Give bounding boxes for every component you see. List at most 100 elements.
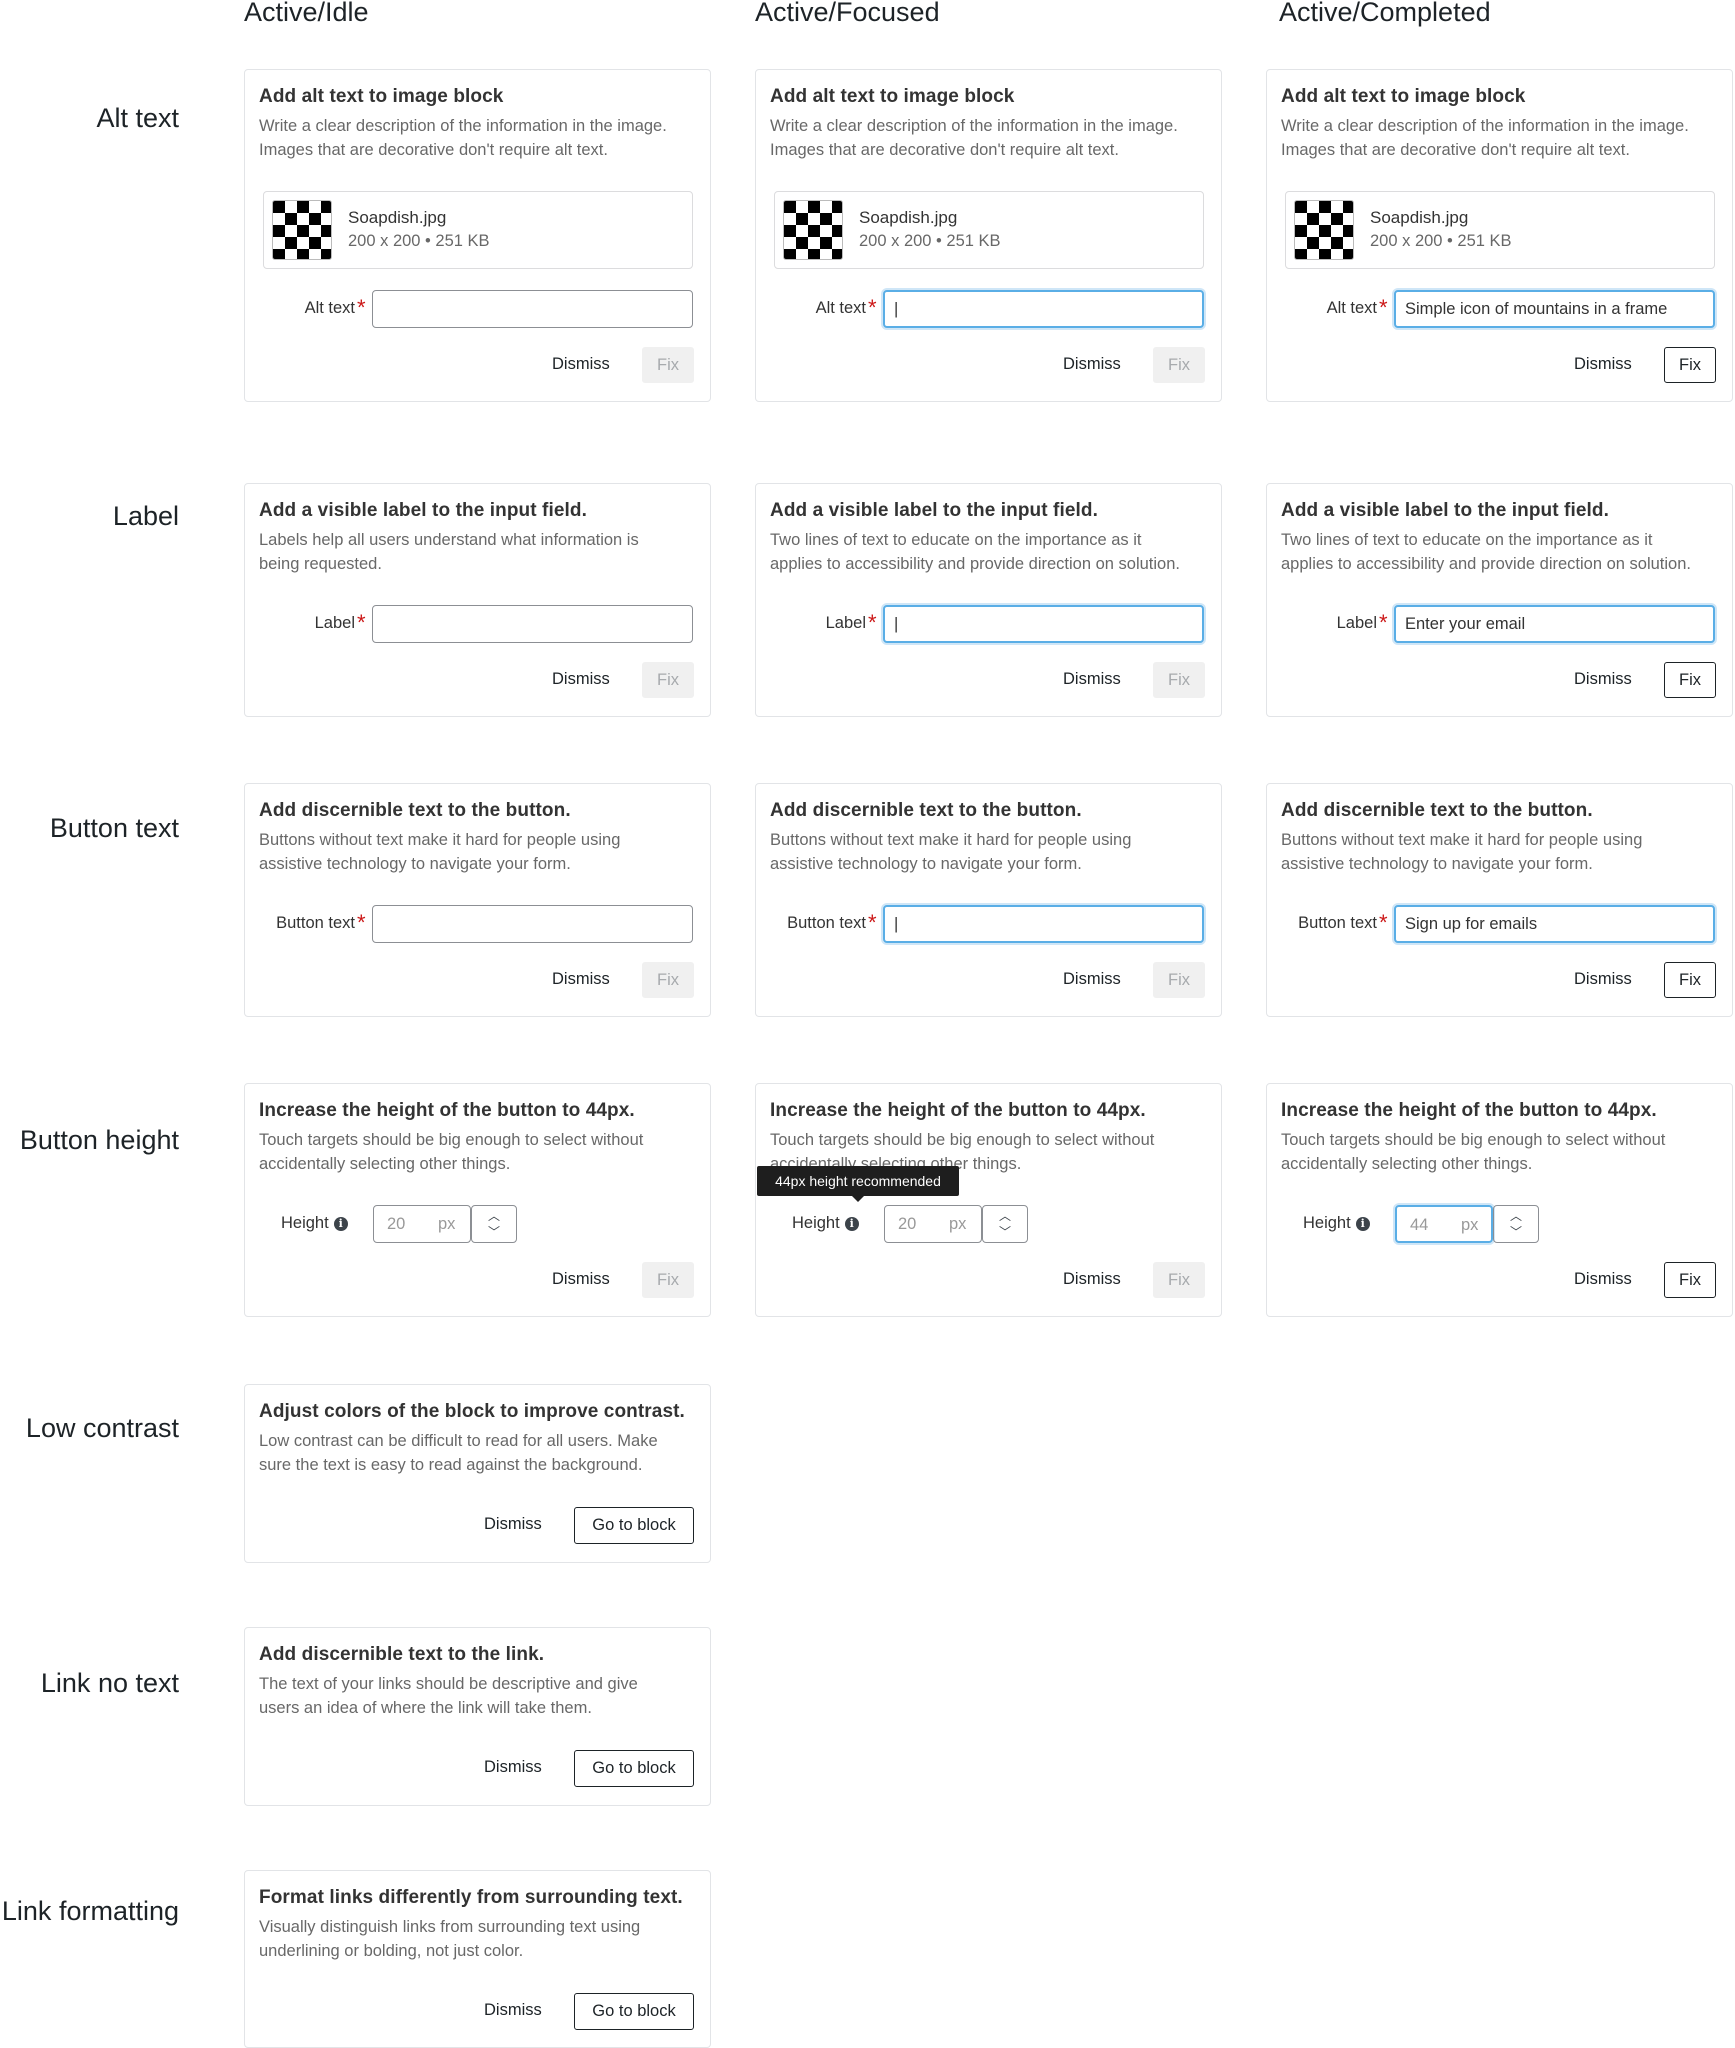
card-description: Buttons without text make it hard for pe… <box>259 831 621 873</box>
height-field-label: Height i <box>1303 1214 1370 1233</box>
info-icon[interactable]: i <box>333 1217 348 1231</box>
required-asterisk: * <box>1379 910 1388 935</box>
card-description: Labels help all users understand what in… <box>259 531 639 573</box>
alt-text-input[interactable]: | <box>883 290 1204 328</box>
file-name: Soapdish.jpg <box>1370 208 1469 227</box>
file-meta: 200 x 200 • 251 KB <box>1370 232 1512 250</box>
fix-button[interactable]: Fix <box>1664 347 1716 383</box>
row-header-link-no-text: Link no text <box>40 1668 179 1698</box>
fix-button[interactable]: Fix <box>1664 662 1716 698</box>
required-asterisk: * <box>1379 610 1388 635</box>
card-description: Visually distinguish links from surround… <box>259 1918 641 1960</box>
dismiss-button[interactable]: Dismiss <box>1063 970 1121 989</box>
label-field-label: Label <box>314 614 355 632</box>
dismiss-button[interactable]: Dismiss <box>1063 670 1121 689</box>
alt-text-field-label: Alt text <box>1326 299 1377 317</box>
button-text-card-idle: Add discernible text to the button. Butt… <box>244 783 711 1017</box>
card-description: Write a clear description of the informa… <box>259 117 667 159</box>
card-description: Low contrast can be difficult to read fo… <box>259 1432 658 1474</box>
height-stepper[interactable]: ︿ ﹀ <box>982 1205 1028 1243</box>
column-header-focused: Active/Focused <box>755 0 940 27</box>
info-icon[interactable]: i <box>844 1217 859 1231</box>
button-text-input[interactable]: Sign up for emails <box>1394 905 1715 943</box>
fix-button[interactable]: Fix <box>642 1262 694 1298</box>
dismiss-button[interactable]: Dismiss <box>484 1758 542 1777</box>
dismiss-button[interactable]: Dismiss <box>1574 670 1632 689</box>
label-field-label: Label <box>1336 614 1377 632</box>
fix-button[interactable]: Fix <box>1153 962 1205 998</box>
fix-button[interactable]: Fix <box>1153 1262 1205 1298</box>
card-title: Increase the height of the button to 44p… <box>1281 1100 1657 1121</box>
card-description: Touch targets should be big enough to se… <box>259 1131 644 1173</box>
chevron-up-icon[interactable]: ︿ <box>472 1210 516 1222</box>
height-stepper[interactable]: ︿ ﹀ <box>471 1205 517 1243</box>
dismiss-button[interactable]: Dismiss <box>1574 1270 1632 1289</box>
required-asterisk: * <box>868 610 877 635</box>
button-text-field-label: Button text <box>787 914 866 932</box>
alt-text-input[interactable]: Simple icon of mountains in a frame <box>1394 290 1715 328</box>
dismiss-button[interactable]: Dismiss <box>552 355 610 374</box>
alt-text-card-completed: Add alt text to image block Write a clea… <box>1266 69 1733 402</box>
go-to-block-button[interactable]: Go to block <box>574 1507 694 1544</box>
fix-button[interactable]: Fix <box>642 347 694 383</box>
height-stepper[interactable]: ︿ ﹀ <box>1493 1205 1539 1243</box>
dismiss-button[interactable]: Dismiss <box>1574 355 1632 374</box>
chevron-down-icon[interactable]: ﹀ <box>472 1226 516 1238</box>
go-to-block-button[interactable]: Go to block <box>574 1993 694 2030</box>
dismiss-button[interactable]: Dismiss <box>1574 970 1632 989</box>
button-text-card-completed: Add discernible text to the button. Butt… <box>1266 783 1733 1017</box>
fix-button[interactable]: Fix <box>1664 962 1716 998</box>
chevron-up-icon[interactable]: ︿ <box>983 1210 1027 1222</box>
height-value: 20 <box>387 1215 406 1233</box>
image-file-preview: Soapdish.jpg 200 x 200 • 251 KB <box>1285 191 1715 269</box>
fix-button[interactable]: Fix <box>1664 1262 1716 1298</box>
alt-text-card-idle: Add alt text to image block Write a clea… <box>244 69 711 402</box>
image-file-preview: Soapdish.jpg 200 x 200 • 251 KB <box>774 191 1204 269</box>
fix-button[interactable]: Fix <box>1153 662 1205 698</box>
button-text-input[interactable]: | <box>883 905 1204 943</box>
unit-label: px <box>438 1215 456 1233</box>
dismiss-button[interactable]: Dismiss <box>552 670 610 689</box>
card-title: Add discernible text to the button. <box>770 800 1082 821</box>
dismiss-button[interactable]: Dismiss <box>552 970 610 989</box>
chevron-up-icon[interactable]: ︿ <box>1494 1210 1538 1222</box>
card-description: Two lines of text to educate on the impo… <box>770 531 1180 573</box>
dismiss-button[interactable]: Dismiss <box>484 1515 542 1534</box>
card-title: Add discernible text to the link. <box>259 1644 545 1665</box>
card-title: Add alt text to image block <box>259 86 504 107</box>
text-caret: | <box>894 615 899 633</box>
dismiss-button[interactable]: Dismiss <box>484 2001 542 2020</box>
label-field-label: Label <box>825 614 866 632</box>
chevron-down-icon[interactable]: ﹀ <box>1494 1226 1538 1238</box>
text-caret: | <box>894 915 899 933</box>
info-icon[interactable]: i <box>1355 1217 1370 1231</box>
label-input[interactable]: Enter your email <box>1394 605 1715 643</box>
alt-text-card-focused: Add alt text to image block Write a clea… <box>755 69 1222 402</box>
fix-button[interactable]: Fix <box>1153 347 1205 383</box>
card-title: Add a visible label to the input field. <box>770 500 1098 521</box>
height-number-input[interactable]: 20 px <box>373 1205 471 1243</box>
fix-button[interactable]: Fix <box>642 962 694 998</box>
dismiss-button[interactable]: Dismiss <box>1063 1270 1121 1289</box>
card-title: Increase the height of the button to 44p… <box>770 1100 1146 1121</box>
text-caret: | <box>894 300 899 318</box>
label-input[interactable]: | <box>883 605 1204 643</box>
alt-text-input[interactable] <box>372 290 693 328</box>
height-number-input[interactable]: 20 px <box>884 1205 982 1243</box>
tooltip-arrow <box>852 1196 864 1202</box>
height-number-input[interactable]: 44 px <box>1395 1205 1493 1243</box>
required-asterisk: * <box>357 910 366 935</box>
dismiss-button[interactable]: Dismiss <box>552 1270 610 1289</box>
dismiss-button[interactable]: Dismiss <box>1063 355 1121 374</box>
card-description: Write a clear description of the informa… <box>1281 117 1689 159</box>
button-text-input[interactable] <box>372 905 693 943</box>
card-description: Write a clear description of the informa… <box>770 117 1178 159</box>
page: { "columns": { "idle": "Active/Idle", "f… <box>0 0 1735 2048</box>
row-header-button-height: Button height <box>19 1125 179 1155</box>
go-to-block-button[interactable]: Go to block <box>574 1750 694 1787</box>
chevron-down-icon[interactable]: ﹀ <box>983 1226 1027 1238</box>
fix-button[interactable]: Fix <box>642 662 694 698</box>
label-input[interactable] <box>372 605 693 643</box>
card-title: Add discernible text to the button. <box>1281 800 1593 821</box>
required-asterisk: * <box>868 295 877 320</box>
